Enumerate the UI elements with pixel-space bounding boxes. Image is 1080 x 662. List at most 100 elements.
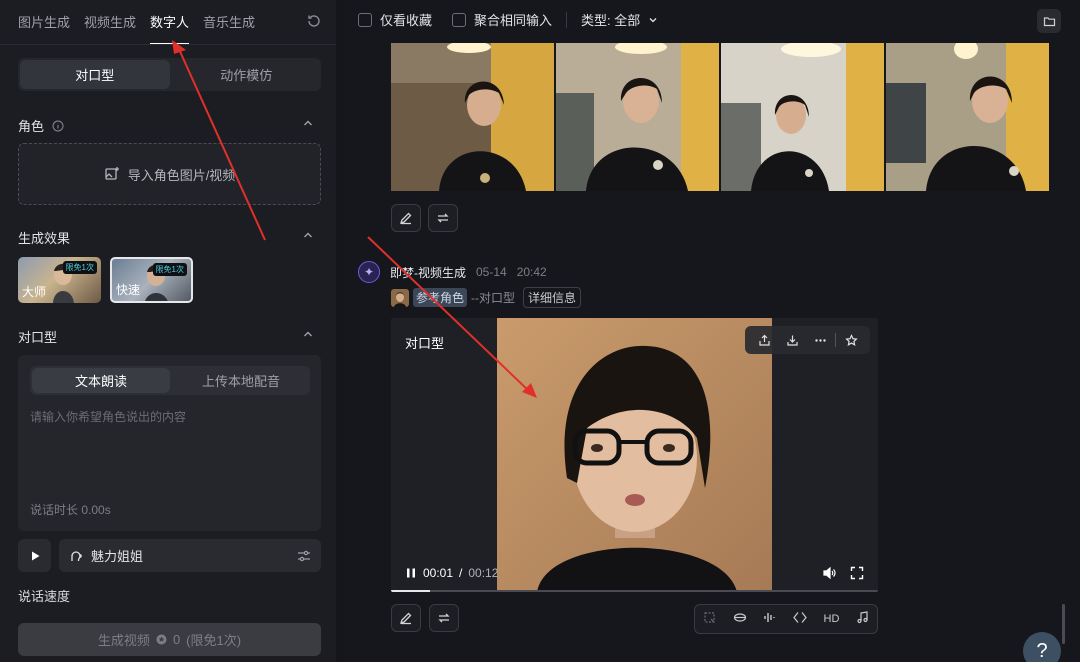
merge-inputs-label: 聚合相同输入: [474, 13, 553, 28]
mode-lip-sync[interactable]: 对口型: [20, 60, 170, 89]
tab-digital-human[interactable]: 数字人: [150, 12, 190, 45]
chevron-up-icon[interactable]: [302, 229, 314, 241]
import-role-label: 导入角色图片/视频: [127, 167, 236, 183]
share-icon[interactable]: [751, 329, 777, 351]
speech-text-input[interactable]: 请输入你希望角色说出的内容: [30, 408, 186, 425]
video-progress-bar[interactable]: [391, 590, 878, 592]
edit-button[interactable]: [391, 604, 421, 632]
generate-video-button[interactable]: 生成视频 0 (限免1次): [18, 623, 321, 656]
tabs-divider: [0, 44, 336, 45]
pause-icon[interactable]: [405, 567, 417, 579]
total-duration: 00:12: [468, 566, 499, 580]
lip-source-segment: 文本朗读 上传本地配音: [30, 366, 310, 395]
pencil-icon: [399, 212, 412, 225]
mode-segment: 对口型 动作模仿: [18, 58, 321, 91]
effect-section-title: 生成效果: [18, 231, 71, 246]
star-icon[interactable]: [838, 329, 864, 351]
result-image[interactable]: [721, 43, 884, 191]
video-time: 00:01 / 00:12: [405, 566, 498, 580]
import-role-button[interactable]: 导入角色图片/视频: [18, 143, 321, 205]
video-label: 对口型: [405, 336, 445, 351]
voice-selector[interactable]: 魅力姐姐: [59, 539, 321, 572]
lip-sync-box: 文本朗读 上传本地配音 请输入你希望角色说出的内容 说话时长 0.00s: [18, 355, 321, 531]
lip-section-title: 对口型: [18, 330, 58, 345]
result-image[interactable]: [556, 43, 719, 191]
credit-icon: [156, 634, 167, 645]
pencil-icon: [399, 612, 412, 625]
speech-speed-label: 说话速度: [18, 589, 71, 604]
result-image[interactable]: [391, 43, 554, 191]
audio-wave-icon[interactable]: [763, 611, 777, 627]
time-separator: /: [459, 566, 463, 580]
favorites-only-checkbox[interactable]: [358, 12, 372, 27]
scrollbar[interactable]: [1062, 604, 1065, 644]
generate-cost: 0: [172, 632, 181, 647]
generator-name: 即梦-视频生成: [390, 265, 466, 280]
right-panel: 仅看收藏 聚合相同输入 类型: 全部 ✦ 即梦-视频生成 05-14 20:42…: [344, 0, 1080, 662]
reference-role-chip[interactable]: 参考角色: [413, 288, 468, 307]
results-toolbar: 仅看收藏 聚合相同输入 类型: 全部: [358, 10, 658, 29]
generate-label: 生成视频: [97, 633, 150, 648]
crop-icon[interactable]: [703, 611, 716, 627]
tab-image-gen[interactable]: 图片生成: [18, 12, 70, 45]
repeat-icon: [437, 213, 449, 223]
role-section-title: 角色: [18, 116, 64, 135]
volume-icon[interactable]: [822, 566, 836, 580]
speech-duration: 说话时长 0.00s: [30, 503, 111, 517]
toolbar-divider: [835, 333, 836, 347]
favorites-only-label: 仅看收藏: [380, 13, 433, 28]
folder-icon: [1043, 16, 1055, 26]
video-frame: [497, 318, 772, 592]
video-toolbar: [745, 326, 870, 354]
music-icon[interactable]: [856, 611, 869, 627]
hd-upscale-button[interactable]: HD: [824, 613, 840, 625]
frame-interpolate-icon[interactable]: [793, 611, 807, 627]
add-image-icon: [105, 167, 119, 180]
top-tabs: 图片生成 视频生成 数字人 音乐生成: [18, 12, 255, 45]
reference-avatar[interactable]: [391, 288, 409, 307]
fullscreen-icon[interactable]: [850, 566, 864, 580]
current-time: 00:01: [423, 566, 454, 580]
result-image[interactable]: [886, 43, 1049, 191]
download-icon[interactable]: [779, 329, 805, 351]
effect-option-fast[interactable]: 限免1次 快速: [110, 257, 193, 303]
regenerate-button[interactable]: [428, 204, 458, 232]
chevron-down-icon[interactable]: [648, 15, 658, 25]
tab-video-gen[interactable]: 视频生成: [84, 12, 136, 45]
effect-badge: 限免1次: [62, 261, 97, 274]
reset-icon[interactable]: [306, 13, 322, 29]
effect-label: 快速: [116, 283, 141, 297]
chevron-up-icon[interactable]: [302, 328, 314, 340]
voice-name: 魅力姐姐: [91, 549, 144, 564]
play-voice-button[interactable]: [18, 539, 51, 572]
generation-header: ✦ 即梦-视频生成 05-14 20:42: [358, 261, 547, 283]
tab-text-reading[interactable]: 文本朗读: [32, 368, 170, 393]
folder-button[interactable]: [1037, 9, 1061, 33]
more-icon[interactable]: [807, 329, 833, 351]
help-button[interactable]: ?: [1023, 632, 1061, 662]
regenerate-button[interactable]: [429, 604, 459, 632]
settings-sliders-icon[interactable]: [297, 549, 311, 563]
effect-option-master[interactable]: 限免1次 大师: [18, 257, 101, 303]
video-progress-fill: [391, 590, 430, 592]
video-player[interactable]: 对口型 00:01 / 00:12: [391, 318, 878, 592]
play-icon: [31, 551, 39, 560]
edit-button[interactable]: [391, 204, 421, 232]
info-icon[interactable]: [52, 120, 64, 132]
chevron-up-icon[interactable]: [302, 117, 314, 129]
image-results-strip: [391, 43, 1049, 191]
tab-upload-audio[interactable]: 上传本地配音: [172, 366, 310, 395]
type-filter-dropdown[interactable]: 类型: 全部: [581, 10, 640, 29]
details-button[interactable]: 详细信息: [523, 287, 582, 308]
tab-music-gen[interactable]: 音乐生成: [203, 12, 255, 45]
voice-head-icon: [71, 550, 82, 561]
effect-badge: 限免1次: [152, 263, 187, 276]
merge-inputs-checkbox[interactable]: [452, 12, 467, 27]
lip-sync-icon[interactable]: [733, 611, 747, 627]
jimeng-logo-icon: ✦: [358, 261, 380, 283]
repeat-icon: [438, 613, 450, 623]
role-title-label: 角色: [18, 119, 45, 134]
reference-row: 参考角色 --对口型 详细信息: [391, 287, 582, 308]
generate-free-note: (限免1次): [186, 633, 242, 648]
mode-motion-mimic[interactable]: 动作模仿: [172, 58, 322, 91]
